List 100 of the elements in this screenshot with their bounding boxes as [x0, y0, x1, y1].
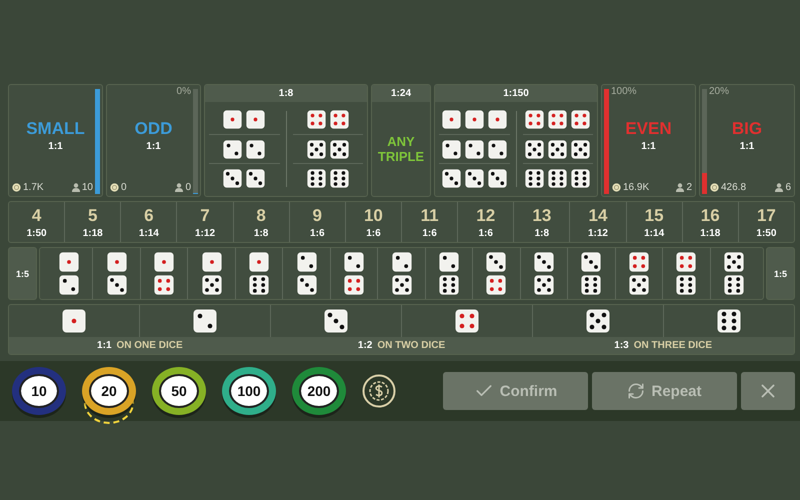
- dice-six-icon: [676, 275, 696, 295]
- dice-six-icon: [717, 309, 741, 333]
- dice-five-icon: [330, 140, 349, 158]
- dice-two-icon: [488, 140, 507, 158]
- payout-ratio: 1:150: [435, 85, 597, 102]
- dice-six-icon: [438, 275, 459, 295]
- bet-panel[interactable]: 1:24 ANY TRIPLE: [371, 84, 431, 197]
- person-icon: [676, 183, 684, 192]
- bet-panel[interactable]: 1:150: [434, 84, 598, 197]
- dice-five-icon: [548, 140, 568, 158]
- payout-ratio: 1:1: [146, 141, 161, 152]
- refresh-icon: [627, 382, 646, 400]
- payout-ratio: 1:6: [422, 228, 437, 238]
- bet-percent: 20%: [709, 86, 730, 97]
- payout-ratio: 1:50: [26, 228, 47, 238]
- total-number[interactable]: 10: [364, 206, 383, 226]
- dice-two-icon: [464, 140, 484, 158]
- total-number[interactable]: 11: [420, 206, 439, 226]
- payout-ratio: 1:14: [644, 228, 664, 238]
- bet-panel[interactable]: 20% BIG 1:1 426.8 6: [699, 84, 795, 197]
- dice-three-icon: [106, 275, 127, 295]
- payout-ratio: 1:5: [766, 247, 795, 300]
- betting-chip[interactable]: 200: [292, 367, 346, 415]
- payout-ratio: 1:6: [310, 228, 324, 238]
- person-icon: [72, 183, 80, 192]
- payout-ratio: 1:6: [366, 228, 381, 238]
- player-count: 2: [686, 182, 692, 193]
- dice-one-icon: [442, 110, 461, 129]
- dice-three-icon: [246, 169, 266, 188]
- chip-total: 426.8: [721, 182, 746, 193]
- dice-one-icon: [464, 110, 484, 129]
- dice-one-icon: [246, 110, 266, 129]
- dice-one-icon: [154, 252, 174, 272]
- chip-total: 0: [121, 182, 127, 193]
- dice-five-icon: [306, 140, 326, 158]
- dice-three-icon: [324, 309, 348, 333]
- player-count: 10: [82, 182, 93, 193]
- bet-label: ANY TRIPLE: [376, 134, 426, 164]
- dice-six-icon: [330, 169, 349, 188]
- bet-panel[interactable]: 100% EVEN 1:1 16.9K 2: [601, 84, 696, 197]
- payout-ratio: 1:1: [740, 141, 754, 152]
- bet-percent: 100%: [611, 86, 637, 97]
- betting-chip[interactable]: 20: [82, 367, 136, 415]
- combination-panel[interactable]: [39, 247, 764, 300]
- dice-three-icon: [296, 275, 317, 295]
- bet-panel[interactable]: 0% ODD 1:1 0 0: [106, 84, 201, 197]
- dice-four-icon: [330, 110, 349, 129]
- payout-ratio: 1:1: [641, 141, 656, 152]
- dice-one-icon: [202, 252, 222, 272]
- payout-label: 1:1 ON ONE DICE: [97, 340, 183, 351]
- dice-five-icon: [392, 275, 412, 295]
- dice-two-icon: [442, 140, 461, 158]
- payout-ratio: 1:12: [194, 228, 215, 238]
- total-number[interactable]: 9: [312, 206, 322, 226]
- total-number[interactable]: 16: [700, 206, 720, 226]
- dice-six-icon: [571, 169, 590, 188]
- chip-total: 16.9K: [623, 182, 650, 193]
- dice-one-icon: [223, 110, 242, 129]
- dice-one-icon: [488, 110, 507, 129]
- total-number[interactable]: 15: [644, 206, 664, 226]
- coin-icon: [110, 183, 119, 192]
- dice-one-icon: [249, 252, 270, 272]
- payout-ratio: 1:12: [588, 228, 608, 238]
- bet-panel[interactable]: SMALL 1:1 1.7K 10: [8, 84, 103, 197]
- dice-one-icon: [62, 309, 86, 333]
- dice-four-icon: [548, 110, 568, 129]
- total-number[interactable]: 13: [532, 206, 552, 226]
- dice-three-icon: [488, 169, 507, 188]
- payout-ratio: 1:24: [372, 85, 430, 102]
- betting-chip[interactable]: 50: [152, 367, 206, 415]
- total-number[interactable]: 12: [476, 206, 496, 226]
- dice-two-icon: [223, 140, 242, 158]
- total-number[interactable]: 17: [756, 206, 776, 226]
- betting-chip[interactable]: 10: [12, 367, 66, 415]
- dice-six-icon: [525, 169, 544, 188]
- coin-icon: [612, 183, 621, 192]
- total-number[interactable]: 6: [144, 206, 154, 226]
- payout-ratio: 1:6: [478, 228, 493, 238]
- total-number[interactable]: 14: [588, 206, 608, 226]
- dice-five-icon: [724, 252, 744, 272]
- dice-two-icon: [59, 275, 80, 295]
- bet-panel[interactable]: 1:8: [204, 84, 368, 197]
- person-icon: [775, 183, 784, 192]
- total-number[interactable]: 7: [200, 206, 210, 226]
- dice-three-icon: [486, 252, 506, 272]
- total-number[interactable]: 4: [32, 206, 42, 226]
- betting-chip[interactable]: 100: [222, 367, 276, 415]
- dice-five-icon: [525, 140, 544, 158]
- payout-ratio: 1:14: [138, 228, 159, 238]
- dice-four-icon: [628, 252, 649, 272]
- dice-three-icon: [534, 252, 554, 272]
- dice-five-icon: [571, 140, 590, 158]
- coin-icon: [710, 183, 719, 192]
- coin-settings-icon[interactable]: [362, 374, 396, 408]
- chip-total: 1.7K: [23, 182, 44, 193]
- total-number[interactable]: 8: [256, 206, 266, 226]
- payout-ratio: 1:5: [8, 247, 37, 300]
- total-number[interactable]: 5: [88, 206, 98, 226]
- dice-four-icon: [344, 275, 364, 295]
- coin-icon: [12, 183, 21, 192]
